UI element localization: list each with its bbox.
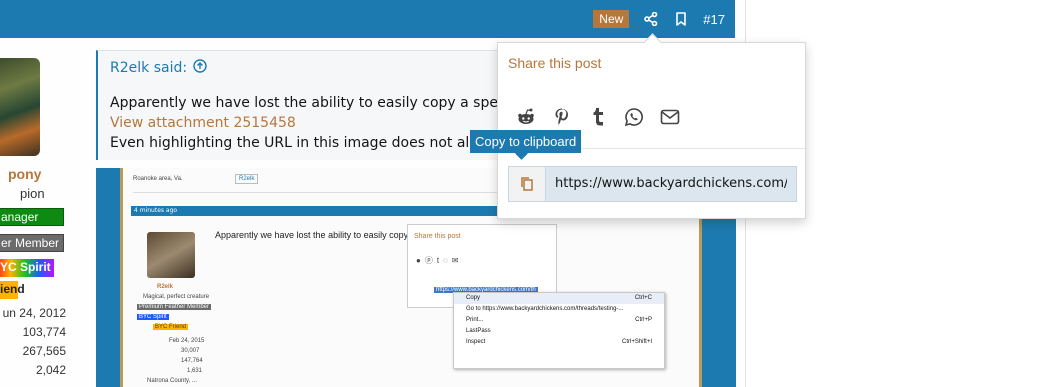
mini-location-2: Natrona County, ... xyxy=(147,378,197,384)
quote-author[interactable]: R2elk said: xyxy=(110,60,187,76)
pinterest-icon[interactable] xyxy=(552,107,572,127)
stat-messages: 103,774 xyxy=(22,325,66,339)
copy-url-row xyxy=(508,166,797,202)
share-icons-row xyxy=(516,107,680,127)
new-badge: New xyxy=(593,10,630,28)
user-badge-byc-spirit: YC Spirit xyxy=(0,259,54,277)
mini-ctx-copy-shortcut: Ctrl+C xyxy=(634,295,652,301)
mini-ctx-print-label: Print... xyxy=(466,317,484,323)
mini-avatar xyxy=(147,232,195,278)
mini-ctx-lastpass: LastPass xyxy=(454,326,664,337)
mini-context-menu: Copy Ctrl+C Go to https://www.backyardchi… xyxy=(453,292,665,369)
username[interactable]: pony xyxy=(8,166,41,182)
post-header-actions: New #17 xyxy=(593,0,725,38)
copy-tooltip: Copy to clipboard xyxy=(470,130,582,153)
avatar[interactable] xyxy=(0,58,40,156)
share-popup-title: Share this post xyxy=(508,55,602,71)
mini-user-tag: R2elk xyxy=(235,174,259,184)
mini-ctx-print: Print... Ctrl+P xyxy=(454,315,664,326)
stat-points: 2,042 xyxy=(35,363,66,377)
mini-ctx-goto-label: Go to https://www.backyardchickens.com/t… xyxy=(466,306,624,312)
user-title: pion xyxy=(20,186,45,201)
post-header-bar: New #17 xyxy=(0,0,735,38)
share-icon[interactable] xyxy=(643,11,659,27)
clipboard-icon xyxy=(521,177,533,191)
mini-timestamp: 4 minutes ago xyxy=(134,207,178,214)
user-stats: un 24, 2012 103,774 267,565 2,042 xyxy=(0,306,66,382)
user-badge-manager: anager xyxy=(0,208,64,226)
mini-ctx-copy: Copy Ctrl+C xyxy=(454,293,664,304)
mini-date: Feb 24, 2015 xyxy=(169,338,205,344)
mini-ctx-inspect-shortcut: Ctrl+Shift+I xyxy=(621,339,652,345)
mini-username: R2elk xyxy=(157,284,174,290)
email-icon[interactable] xyxy=(660,107,680,127)
mini-user-title: Magical, perfect creature xyxy=(143,294,210,300)
mini-ctx-lastpass-label: LastPass xyxy=(466,328,491,334)
mini-badge-2: BYC Spirit xyxy=(137,314,169,320)
mini-ctx-inspect-label: Inspect xyxy=(466,339,486,345)
bookmark-icon[interactable] xyxy=(673,11,689,27)
stat-joined: un 24, 2012 xyxy=(2,306,66,320)
mini-ctx-copy-label: Copy xyxy=(466,295,481,301)
post-number-link[interactable]: #17 xyxy=(703,12,725,27)
mini-ctx-goto: Go to https://www.backyardchickens.com/t… xyxy=(454,304,664,315)
mini-ctx-print-shortcut: Ctrl+P xyxy=(635,317,652,323)
mini-stat-2: 147,764 xyxy=(181,358,203,364)
user-badge-member: er Member xyxy=(0,234,64,252)
mini-heading: Apparently we have lost the ability to e… xyxy=(215,230,423,240)
mini-badge-3: BYC Friend xyxy=(153,324,189,330)
mini-location: Roanoke area, Va. xyxy=(133,176,183,182)
share-url-input[interactable] xyxy=(546,167,796,201)
copy-to-clipboard-button[interactable] xyxy=(509,167,546,201)
user-badge-friend: iend xyxy=(0,281,25,299)
whatsapp-icon[interactable] xyxy=(624,107,644,127)
stat-reactions: 267,565 xyxy=(22,344,66,358)
mini-badge-1: Premium Feather Member xyxy=(137,304,212,310)
mini-stat-3: 1,631 xyxy=(187,368,203,374)
reddit-icon[interactable] xyxy=(516,107,536,127)
mini-share-title: Share this post xyxy=(414,233,461,240)
arrow-up-circle-icon[interactable] xyxy=(193,59,207,77)
tumblr-icon[interactable] xyxy=(588,107,608,127)
mini-stat-1: 30,007 xyxy=(181,348,200,354)
mini-share-icons: ●ⓟt◌✉ xyxy=(416,256,463,265)
mini-ctx-inspect: Inspect Ctrl+Shift+I xyxy=(454,337,664,348)
